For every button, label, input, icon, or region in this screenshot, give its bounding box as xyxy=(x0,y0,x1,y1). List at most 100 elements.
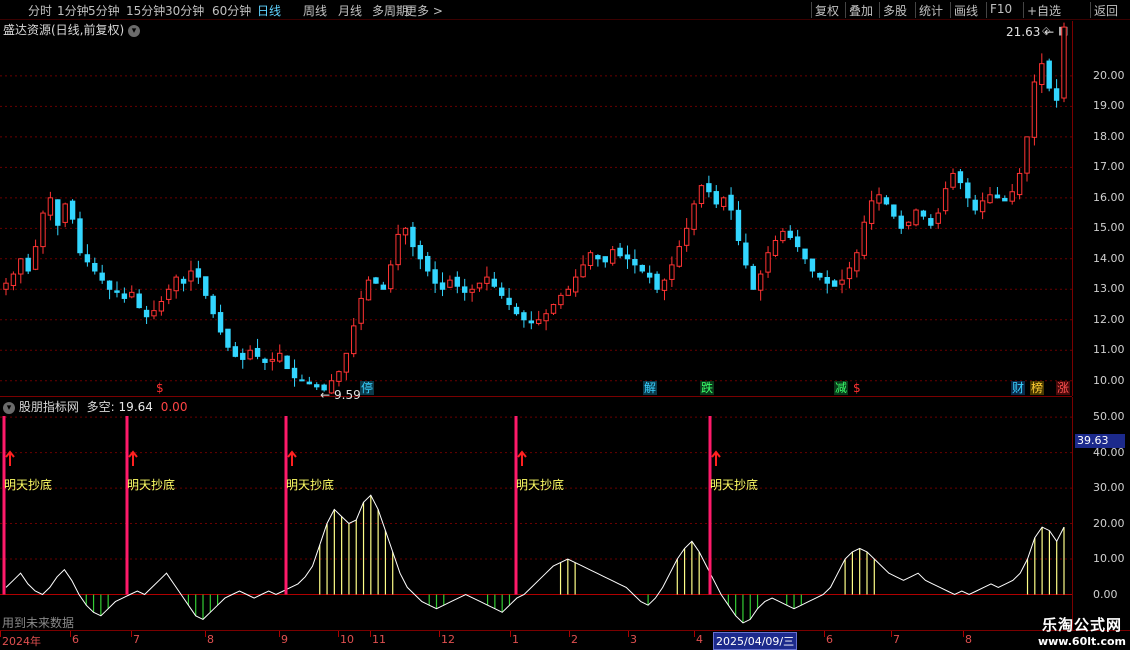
candle-body xyxy=(521,312,527,321)
signal-label: 明天抄底 xyxy=(4,478,53,492)
candle-body xyxy=(876,194,882,204)
candle-body xyxy=(979,200,986,213)
event-tag[interactable]: 涨 xyxy=(1056,381,1071,395)
indicator-tick-label: 10.00 xyxy=(1093,552,1125,566)
date-tick xyxy=(569,631,570,637)
candle-body xyxy=(639,264,645,272)
candle-body xyxy=(388,264,394,290)
candle-body xyxy=(676,246,682,267)
price-tick-label: 11.00 xyxy=(1093,343,1125,357)
date-tick xyxy=(694,631,695,637)
candle-body xyxy=(1061,26,1067,99)
candle-body xyxy=(950,172,956,188)
candle-body xyxy=(661,279,668,291)
candle-body xyxy=(839,279,845,285)
date-label: 7 xyxy=(893,633,900,646)
candle-body xyxy=(535,319,542,324)
candle-body xyxy=(868,200,875,224)
event-tag[interactable]: 财 xyxy=(1011,381,1026,395)
date-tick xyxy=(370,631,371,637)
candle-body xyxy=(513,306,520,315)
candle-body xyxy=(706,183,712,193)
price-tick-label: 18.00 xyxy=(1093,129,1125,143)
date-label: 2 xyxy=(571,633,578,646)
candle-body xyxy=(794,236,801,248)
indicator-axis: 50.00 40.00 30.00 20.00 10.00 0.00 xyxy=(1072,397,1130,630)
candle-body xyxy=(395,233,401,266)
candle-body xyxy=(491,278,498,287)
date-tick xyxy=(510,631,511,637)
signal-label: 明天抄底 xyxy=(286,478,335,492)
candle-body xyxy=(831,280,838,287)
candle-body xyxy=(84,254,91,263)
candle-body xyxy=(499,287,505,296)
date-label: 11 xyxy=(372,633,386,646)
indicator-tick-label: 20.00 xyxy=(1093,516,1125,530)
candle-body xyxy=(277,352,283,362)
candle-body xyxy=(358,297,364,324)
candle-body xyxy=(151,310,157,317)
candle-body xyxy=(913,209,919,226)
candle-body xyxy=(62,203,68,223)
candle-body xyxy=(417,245,424,260)
candle-body xyxy=(632,259,638,266)
signal-arrow-icon xyxy=(711,450,721,466)
candle-body xyxy=(1039,63,1045,86)
event-tag[interactable]: 榜 xyxy=(1030,381,1045,395)
date-tick xyxy=(439,631,440,637)
date-label: 9 xyxy=(281,633,288,646)
date-tick xyxy=(0,631,1,637)
candle-body xyxy=(883,197,890,205)
chart-canvas[interactable] xyxy=(0,0,1072,630)
date-label: 10 xyxy=(340,633,354,646)
event-tag[interactable]: 解 xyxy=(643,381,658,395)
candle-body xyxy=(965,182,971,199)
candle-body xyxy=(743,242,749,266)
candle-body xyxy=(558,294,564,306)
candle-body xyxy=(750,265,756,290)
event-tag[interactable]: 减 xyxy=(834,381,849,395)
toolbar-right-item[interactable]: 返回 xyxy=(1094,2,1118,19)
candle-body xyxy=(447,279,453,288)
candle-body xyxy=(543,313,549,322)
watermark-title: 乐淘公式网 xyxy=(1041,616,1122,634)
candle-body xyxy=(10,273,17,287)
candle-body xyxy=(528,320,535,324)
candle-body xyxy=(654,273,660,290)
candle-body xyxy=(365,279,372,301)
candle-body xyxy=(432,269,438,284)
date-tick xyxy=(824,631,825,637)
candle-body xyxy=(380,284,387,290)
candle-body xyxy=(180,278,187,284)
candle-body xyxy=(905,221,912,227)
candle-body xyxy=(698,185,705,205)
candle-body xyxy=(210,295,216,315)
signal-label: 明天抄底 xyxy=(127,478,176,492)
candle-body xyxy=(129,291,135,298)
candle-body xyxy=(765,252,771,273)
date-tick xyxy=(131,631,132,637)
candle-body xyxy=(158,300,165,312)
candle-body xyxy=(402,227,409,236)
candle-body xyxy=(987,194,993,204)
candle-body xyxy=(720,197,727,207)
event-tag[interactable]: 跌 xyxy=(700,381,715,395)
high-price-label: 21.63 ← xyxy=(1006,25,1055,40)
candle-body xyxy=(254,347,261,357)
candle-body xyxy=(1024,136,1030,174)
date-tick xyxy=(963,631,964,637)
candle-body xyxy=(69,200,76,220)
event-tag[interactable]: $ xyxy=(155,381,165,395)
candle-body xyxy=(550,304,557,314)
candle-body xyxy=(299,379,305,382)
candle-body xyxy=(462,286,468,293)
candle-body xyxy=(817,272,823,278)
event-tag[interactable]: 停 xyxy=(360,381,375,395)
signal-arrow-icon xyxy=(5,450,15,466)
candle-body xyxy=(425,255,431,272)
event-tag[interactable]: $ xyxy=(852,381,862,395)
candle-body xyxy=(40,212,46,248)
candle-body xyxy=(580,264,586,278)
candle-body xyxy=(55,199,61,226)
signal-label: 明天抄底 xyxy=(516,478,565,492)
